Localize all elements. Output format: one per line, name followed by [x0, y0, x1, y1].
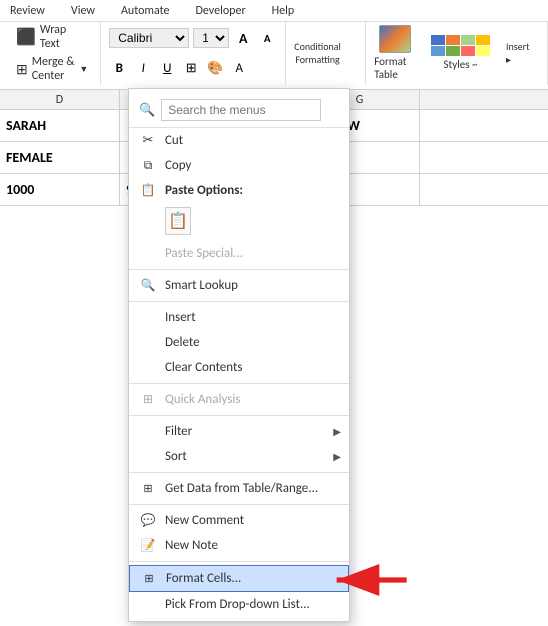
menu-item-smart-lookup[interactable]: 🔍 Smart Lookup	[129, 273, 349, 298]
font-name-select[interactable]: Calibri	[109, 28, 189, 48]
menu-item-delete[interactable]: Delete	[129, 330, 349, 355]
tab-help[interactable]: Help	[266, 2, 301, 20]
menu-item-clear-contents-label: Clear Contents	[165, 360, 242, 375]
cut-icon: ✂	[139, 132, 157, 150]
bold-button[interactable]: B	[109, 58, 129, 78]
styles-grid	[431, 35, 490, 56]
menu-item-sort-label: Sort	[165, 449, 187, 464]
conditional-group: ConditionalFormatting	[286, 21, 366, 85]
ribbon: Review View Automate Developer Help ⬛ Wr…	[0, 0, 548, 90]
font-color-button[interactable]: A	[229, 58, 249, 78]
paste-option-default[interactable]: 📋	[165, 207, 191, 235]
smart-lookup-icon: 🔍	[139, 277, 157, 295]
cell-styles-label: Styles ~	[444, 58, 478, 71]
menu-item-new-comment[interactable]: 💬 New Comment	[129, 508, 349, 533]
menu-item-paste-special[interactable]: Paste Special...	[129, 241, 349, 266]
grow-font-button[interactable]: A	[233, 28, 253, 48]
ribbon-tabs: Review View Automate Developer Help	[0, 0, 548, 22]
menu-item-quick-analysis-label: Quick Analysis	[165, 392, 240, 407]
menu-search-area: 🔍	[129, 93, 349, 128]
format-table-icon	[379, 25, 411, 53]
cell-styles-button[interactable]: Styles ~	[423, 21, 498, 85]
menu-item-get-data[interactable]: ⊞ Get Data from Table/Range...	[129, 476, 349, 501]
search-icon: 🔍	[139, 103, 155, 118]
alignment-group: ⬛ Wrap Text ⊞ Merge & Center ▼	[4, 21, 101, 85]
format-as-table-button[interactable]: Format Table	[366, 21, 423, 85]
menu-search-input[interactable]	[161, 99, 321, 121]
merge-center-dropdown-icon[interactable]: ▼	[79, 64, 88, 75]
menu-item-pick-dropdown-label: Pick From Drop-down List...	[165, 597, 310, 612]
separator-1	[129, 269, 349, 270]
red-arrow-indicator	[330, 558, 410, 602]
menu-item-insert-label: Insert	[165, 310, 196, 325]
separator-6	[129, 504, 349, 505]
cell-d3[interactable]: 1000	[0, 174, 120, 205]
menu-item-copy[interactable]: ⧉ Copy	[129, 153, 349, 178]
separator-4	[129, 415, 349, 416]
tab-developer[interactable]: Developer	[190, 2, 252, 20]
underline-button[interactable]: U	[157, 58, 177, 78]
paste-icon: 📋	[139, 182, 157, 200]
menu-item-smart-lookup-label: Smart Lookup	[165, 278, 238, 293]
merge-center-label: Merge & Center	[32, 55, 76, 83]
merge-center-icon: ⊞	[16, 61, 28, 78]
menu-item-format-cells[interactable]: ⊞ Format Cells...	[129, 565, 349, 592]
border-button[interactable]: ⊞	[181, 58, 201, 78]
menu-item-new-note-label: New Note	[165, 538, 218, 553]
wrap-text-button[interactable]: ⬛ Wrap Text	[12, 21, 92, 53]
insert-group: Insert▸	[498, 21, 548, 85]
new-comment-icon: 💬	[139, 512, 157, 530]
font-size-select[interactable]: 11	[193, 28, 229, 48]
quick-analysis-icon: ⊞	[139, 391, 157, 409]
format-cells-icon: ⊞	[140, 570, 158, 588]
tab-automate[interactable]: Automate	[115, 2, 176, 20]
cell-d2[interactable]: FEMALE	[0, 142, 120, 173]
separator-3	[129, 383, 349, 384]
menu-item-clear-contents[interactable]: Clear Contents	[129, 355, 349, 380]
separator-7	[129, 561, 349, 562]
menu-item-paste-options: 📋 Paste Options:	[129, 178, 349, 203]
shrink-font-button[interactable]: A	[257, 28, 277, 48]
menu-item-cut-label: Cut	[165, 133, 183, 148]
menu-item-paste-special-label: Paste Special...	[165, 246, 243, 261]
separator-2	[129, 301, 349, 302]
tab-review[interactable]: Review	[4, 2, 51, 20]
tab-view[interactable]: View	[65, 2, 101, 20]
paste-default-icon: 📋	[168, 211, 188, 231]
menu-item-delete-label: Delete	[165, 335, 200, 350]
font-row1: Calibri 11 A A	[109, 28, 277, 48]
menu-item-paste-options-label: Paste Options:	[165, 183, 243, 198]
filter-submenu-arrow: ▶	[333, 425, 341, 438]
menu-item-copy-label: Copy	[165, 158, 191, 173]
get-data-icon: ⊞	[139, 480, 157, 498]
format-table-label: Format Table	[374, 55, 415, 81]
paste-options-row: 📋	[129, 203, 349, 241]
menu-item-get-data-label: Get Data from Table/Range...	[165, 481, 318, 496]
wrap-text-icon: ⬛	[16, 27, 36, 47]
menu-item-pick-dropdown[interactable]: Pick From Drop-down List...	[129, 592, 349, 617]
separator-5	[129, 472, 349, 473]
font-group: Calibri 11 A A B I U ⊞ 🎨 A	[101, 21, 286, 85]
menu-item-new-comment-label: New Comment	[165, 513, 244, 528]
menu-item-new-note[interactable]: 📝 New Note	[129, 533, 349, 558]
menu-item-quick-analysis: ⊞ Quick Analysis	[129, 387, 349, 412]
fill-color-button[interactable]: 🎨	[205, 58, 225, 78]
menu-item-sort[interactable]: Sort ▶	[129, 444, 349, 469]
cell-d1[interactable]: SARAH	[0, 110, 120, 141]
new-note-icon: 📝	[139, 537, 157, 555]
font-row2: B I U ⊞ 🎨 A	[109, 58, 277, 78]
menu-item-filter-label: Filter	[165, 424, 192, 439]
sort-submenu-arrow: ▶	[333, 450, 341, 463]
copy-icon: ⧉	[139, 157, 157, 175]
merge-center-button[interactable]: ⊞ Merge & Center ▼	[12, 53, 92, 85]
menu-item-cut[interactable]: ✂ Cut	[129, 128, 349, 153]
context-menu: 🔍 ✂ Cut ⧉ Copy 📋 Paste Options: 📋 Paste …	[128, 88, 350, 622]
menu-item-format-cells-label: Format Cells...	[166, 571, 241, 586]
wrap-text-label: Wrap Text	[40, 23, 88, 51]
menu-item-insert[interactable]: Insert	[129, 305, 349, 330]
col-header-d: D	[0, 90, 120, 109]
menu-item-filter[interactable]: Filter ▶	[129, 419, 349, 444]
italic-button[interactable]: I	[133, 58, 153, 78]
